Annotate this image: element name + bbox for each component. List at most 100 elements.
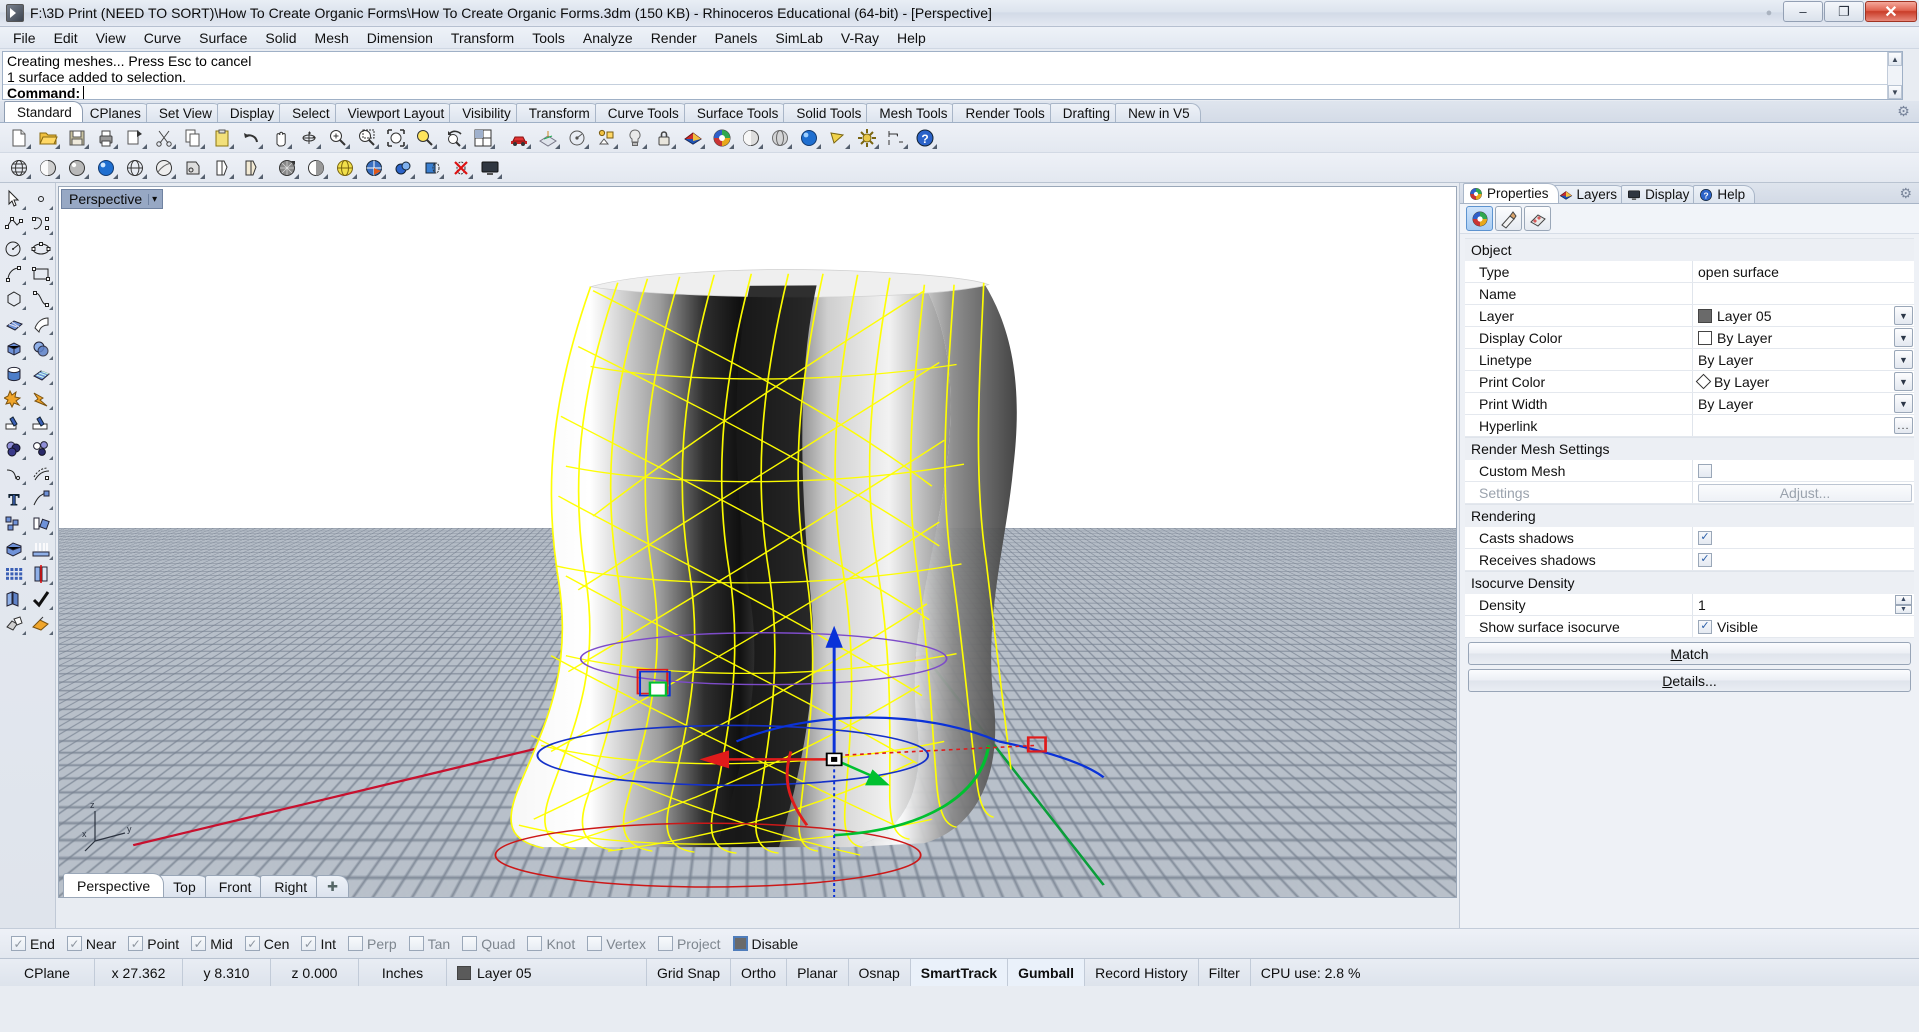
osnap-disable[interactable]: Disable [728, 936, 804, 952]
chevron-down-icon[interactable]: ▼ [1894, 350, 1913, 369]
offset-curve-button[interactable] [27, 462, 54, 486]
arc-button[interactable] [0, 262, 27, 286]
texture-mapping-button[interactable] [1524, 206, 1551, 231]
close-button[interactable]: ✕ [1865, 1, 1917, 22]
organic-surface-model[interactable] [59, 187, 1456, 897]
paint-button[interactable] [27, 612, 54, 636]
help-button[interactable]: ? [911, 124, 939, 151]
osnap-quad[interactable]: Quad [457, 936, 520, 952]
check-button[interactable] [27, 587, 54, 611]
display-color-swatch[interactable] [1698, 330, 1712, 345]
chevron-down-icon[interactable]: ▼ [1894, 394, 1913, 413]
shaded-sphere-button[interactable] [737, 124, 765, 151]
osnap-checkbox[interactable] [587, 936, 603, 951]
print-color-swatch[interactable] [1695, 373, 1712, 390]
status-toggle-filter[interactable]: Filter [1199, 959, 1251, 986]
command-scroll-down-button[interactable]: ▼ [1888, 85, 1902, 99]
named-view-button[interactable] [563, 124, 591, 151]
osnap-checkbox[interactable] [348, 936, 364, 951]
viewport-tab-front[interactable]: Front [204, 875, 266, 897]
property-value[interactable]: By Layer [1693, 327, 1894, 348]
osnap-int[interactable]: ✓ Int [296, 936, 341, 952]
command-scroll-up-button[interactable]: ▲ [1888, 52, 1902, 66]
property-value[interactable] [1693, 460, 1914, 481]
property-checkbox[interactable]: ✓ [1698, 619, 1712, 634]
copy-button[interactable] [179, 124, 207, 151]
shaded-view-button[interactable] [34, 154, 62, 181]
menu-render[interactable]: Render [642, 28, 706, 48]
osnap-checkbox[interactable]: ✓ [128, 936, 144, 951]
layers-button[interactable] [679, 124, 707, 151]
ghosted-view-button[interactable] [121, 154, 149, 181]
render-sphere-button[interactable] [795, 124, 823, 151]
property-value[interactable]: By Layer [1693, 393, 1894, 414]
scale-button[interactable] [0, 537, 27, 561]
box-button[interactable] [0, 337, 27, 361]
osnap-vertex[interactable]: Vertex [582, 936, 651, 952]
status-toggle-smarttrack[interactable]: SmartTrack [910, 959, 1009, 986]
toolbar-tab-surface-tools[interactable]: Surface Tools [683, 103, 790, 122]
pan-button[interactable] [266, 124, 294, 151]
array-grid-button[interactable] [0, 562, 27, 586]
vehicle-button[interactable] [505, 124, 533, 151]
undo-button[interactable] [237, 124, 265, 151]
object-properties-button[interactable] [1466, 206, 1493, 231]
details-button[interactable]: Details... [1468, 669, 1911, 692]
menu-mesh[interactable]: Mesh [306, 28, 358, 48]
chevron-down-icon[interactable]: ▼ [1894, 306, 1913, 325]
status-toggle-record-history[interactable]: Record History [1085, 959, 1199, 986]
ellipse-button[interactable] [27, 237, 54, 261]
status-toggle-grid-snap[interactable]: Grid Snap [647, 959, 732, 986]
ghosted-sphere-button[interactable] [766, 124, 794, 151]
menu-dimension[interactable]: Dimension [358, 28, 442, 48]
blend-surface-button[interactable] [0, 587, 27, 611]
status-z[interactable]: z 0.000 [271, 959, 359, 986]
viewport-title-tab[interactable]: Perspective ▾ [61, 189, 164, 209]
osnap-end[interactable]: ✓ End [6, 936, 60, 952]
target-sphere-button[interactable] [360, 154, 388, 181]
open-file-button[interactable] [34, 124, 62, 151]
property-checkbox[interactable]: ✓ [1698, 530, 1712, 545]
render-mesh-button[interactable] [273, 154, 301, 181]
polyline-button[interactable] [0, 212, 27, 236]
lock-button[interactable] [650, 124, 678, 151]
xray-view-button[interactable] [150, 154, 178, 181]
status-layer[interactable]: Layer 05 [447, 959, 647, 986]
osnap-cen[interactable]: ✓ Cen [240, 936, 295, 952]
panel-tab-layers[interactable]: Layers [1552, 185, 1628, 203]
zoom-window-button[interactable] [353, 124, 381, 151]
osnap-point[interactable]: ✓ Point [123, 936, 184, 952]
control-point-curve-button[interactable] [27, 212, 54, 236]
material-properties-button[interactable] [1495, 206, 1522, 231]
rendered-view-button[interactable] [63, 154, 91, 181]
copy-viewport-button[interactable] [121, 124, 149, 151]
wireframe-globe-button[interactable] [5, 154, 33, 181]
toolbar-tab-transform[interactable]: Transform [515, 103, 601, 122]
toolbar-tab-solid-tools[interactable]: Solid Tools [783, 103, 873, 122]
options-gear-button[interactable] [853, 124, 881, 151]
surface-tools-button[interactable] [27, 362, 54, 386]
delete-clip-button[interactable] [447, 154, 475, 181]
property-value[interactable]: By Layer [1693, 349, 1894, 370]
density-spinner[interactable]: ▲ ▼ [1895, 595, 1912, 614]
menu-surface[interactable]: Surface [190, 28, 256, 48]
toolbar-tab-cplanes[interactable]: CPlanes [76, 103, 152, 122]
half-shade-button[interactable] [302, 154, 330, 181]
pen-view-button[interactable] [237, 154, 265, 181]
property-value[interactable]: ✓ Visible [1693, 616, 1914, 637]
select-arrow-button[interactable] [0, 187, 27, 211]
osnap-tan[interactable]: Tan [404, 936, 456, 952]
property-value[interactable] [1693, 415, 1894, 436]
toolbar-tab-display[interactable]: Display [216, 103, 286, 122]
boolean-button[interactable] [27, 337, 54, 361]
property-value[interactable]: ✓ [1693, 549, 1914, 570]
cplane-button[interactable] [534, 124, 562, 151]
minimize-button[interactable]: – [1783, 1, 1823, 22]
property-value[interactable]: By Layer [1693, 371, 1894, 392]
spinner-down-icon[interactable]: ▼ [1895, 604, 1912, 614]
status-units[interactable]: Inches [359, 959, 447, 986]
osnap-checkbox[interactable] [462, 936, 478, 951]
osnap-project[interactable]: Project [653, 936, 726, 952]
osnap-near[interactable]: ✓ Near [62, 936, 121, 952]
panel-options-gear-icon[interactable]: ⚙ [1899, 185, 1912, 202]
